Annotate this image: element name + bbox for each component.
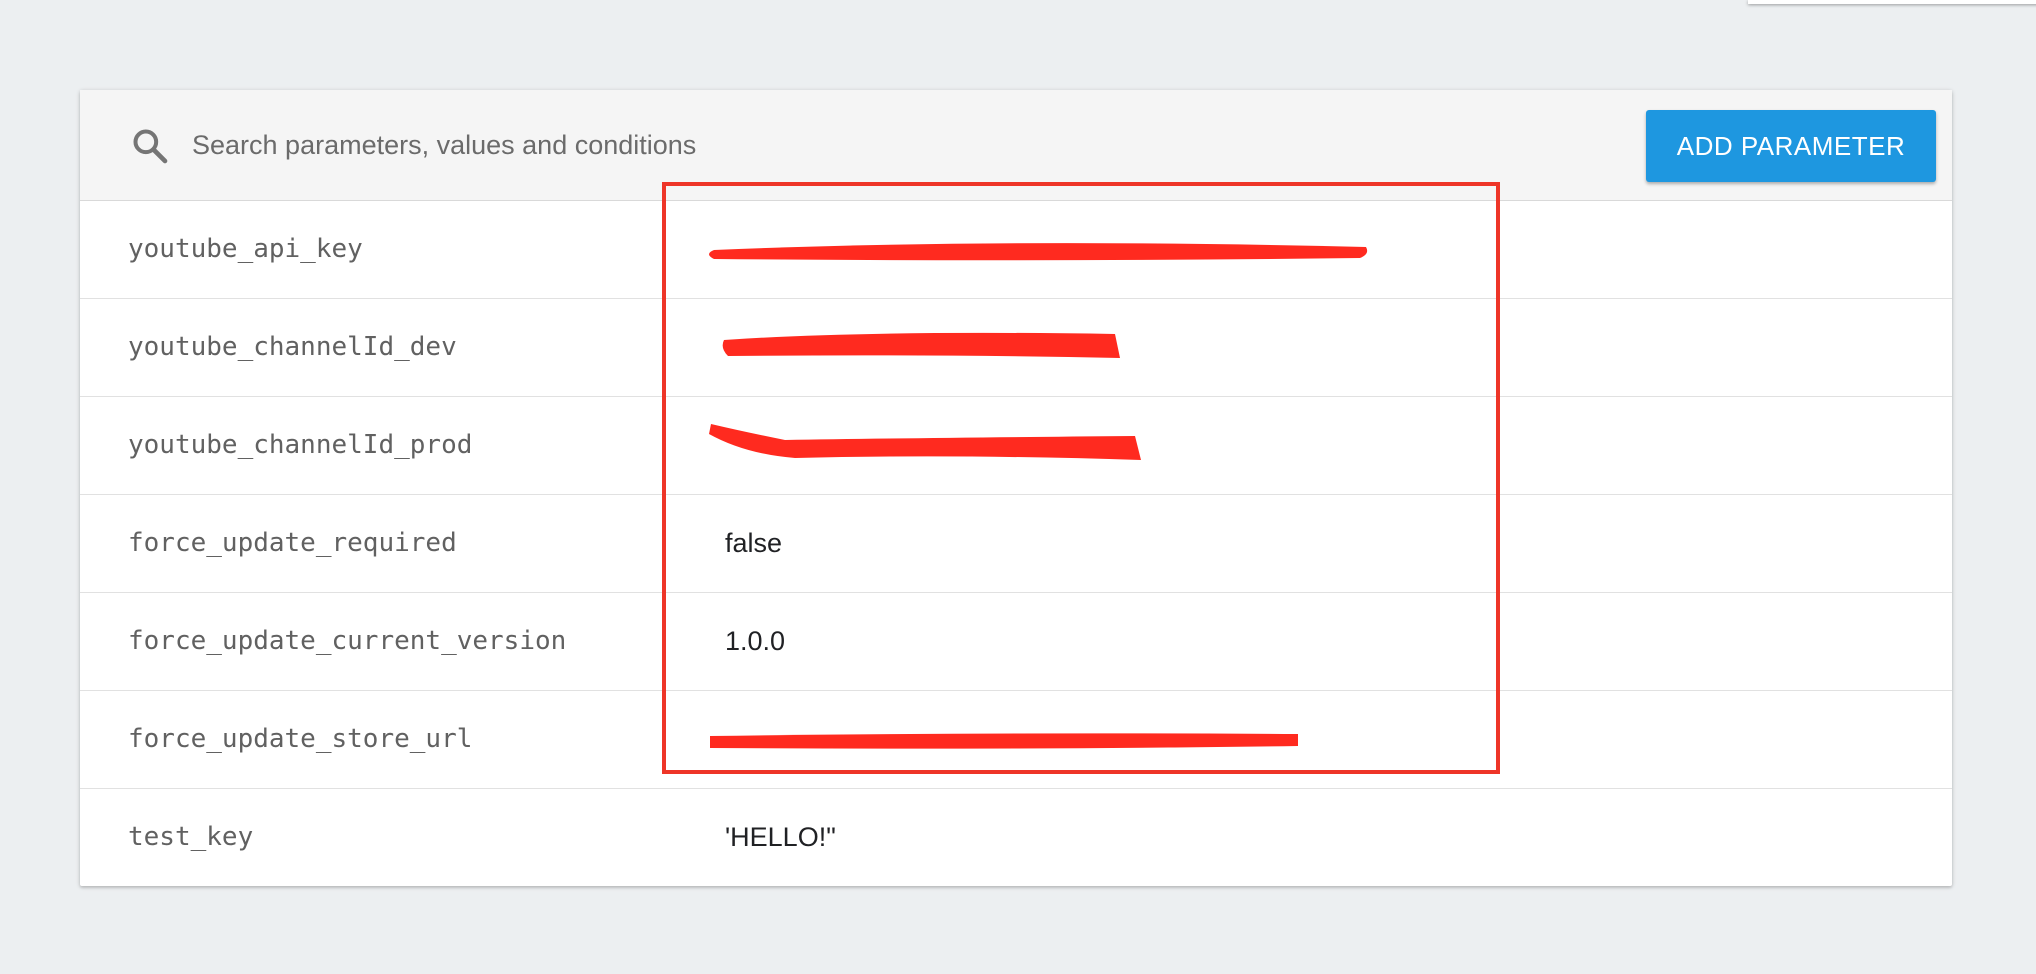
add-parameter-button[interactable]: ADD PARAMETER [1646,110,1936,182]
parameter-row[interactable]: force_update_current_version 1.0.0 [80,593,1952,691]
parameter-key: test_key [128,822,254,852]
parameter-key: force_update_current_version [128,626,567,656]
parameter-row[interactable]: youtube_channelId_dev [80,299,1952,397]
parameter-value: false [725,528,783,558]
overlay-panel-edge [1748,0,2036,4]
parameter-key: force_update_store_url [128,724,473,754]
parameter-key: youtube_api_key [128,234,363,264]
parameter-row[interactable]: youtube_api_key [80,201,1952,299]
parameter-key: youtube_channelId_prod [128,430,473,460]
search-input[interactable] [192,120,1192,170]
parameter-row[interactable]: youtube_channelId_prod [80,397,1952,495]
parameters-list: youtube_api_key youtube_channelId_dev yo… [80,201,1952,886]
parameter-row[interactable]: force_update_required false [80,495,1952,593]
parameter-row[interactable]: test_key 'HELLO!" [80,789,1952,886]
parameters-toolbar: ADD PARAMETER [80,90,1952,201]
parameter-key: youtube_channelId_dev [128,332,457,362]
parameter-value: 'HELLO!" [725,822,836,852]
parameter-key: force_update_required [128,528,457,558]
parameter-row[interactable]: force_update_store_url [80,691,1952,789]
search-icon [133,129,168,164]
parameter-value: 1.0.0 [725,626,786,656]
parameters-card: ADD PARAMETER youtube_api_key youtube_ch… [80,90,1952,886]
